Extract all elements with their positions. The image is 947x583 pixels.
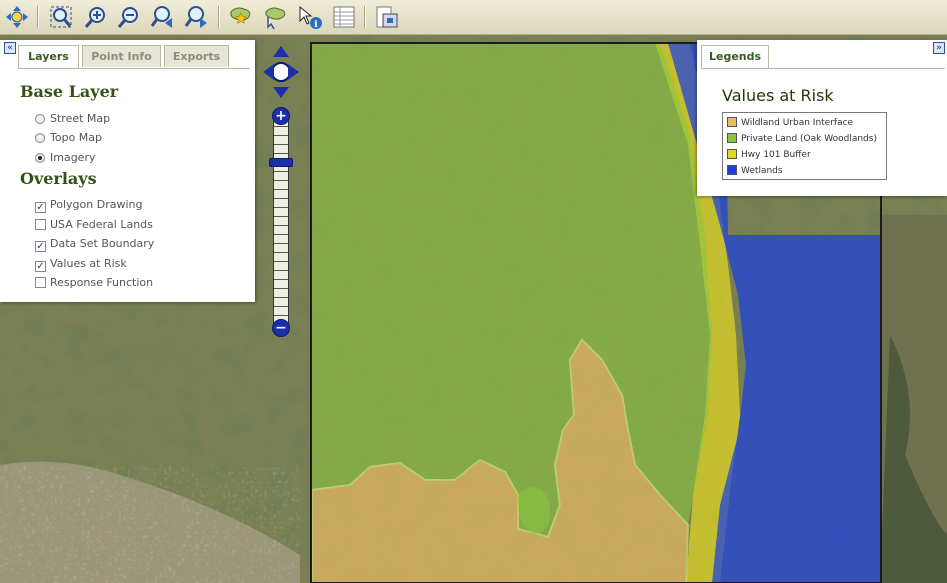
- zoom-out-button[interactable]: −: [272, 319, 290, 337]
- zoom-in-icon[interactable]: [83, 4, 109, 30]
- legend-swatch: [727, 133, 737, 143]
- legend-item-wui: Wildland Urban Interface: [727, 116, 853, 130]
- zoom-next-icon[interactable]: [184, 4, 210, 30]
- pan-arrows-icon[interactable]: [262, 45, 300, 101]
- checkbox: [35, 277, 46, 288]
- identify-icon[interactable]: i: [297, 4, 323, 30]
- legend-box: Wildland Urban Interface Private Land (O…: [722, 112, 887, 180]
- select-polygon-icon[interactable]: [262, 4, 288, 30]
- tab-point-info[interactable]: Point Info: [82, 45, 161, 67]
- radio-button: [35, 153, 45, 163]
- legend-item-oak: Private Land (Oak Woodlands): [727, 132, 877, 146]
- checkbox-usa-federal-lands[interactable]: USA Federal Lands: [35, 218, 153, 232]
- overlays-heading: Overlays: [20, 169, 97, 188]
- zoom-slider-thumb[interactable]: [269, 158, 293, 167]
- attribute-table-icon[interactable]: [331, 4, 357, 30]
- map-toolbar: i: [0, 0, 947, 35]
- tab-legends[interactable]: Legends: [701, 45, 769, 69]
- radio-imagery[interactable]: Imagery: [35, 151, 95, 165]
- checkbox: [35, 219, 46, 230]
- legend-item-wetlands: Wetlands: [727, 164, 783, 178]
- print-icon[interactable]: [374, 4, 400, 30]
- private-land-oak-woodlands-polygon[interactable]: [312, 43, 712, 537]
- zoom-slider-track[interactable]: [273, 117, 289, 333]
- tab-exports[interactable]: Exports: [164, 45, 229, 67]
- radio-button: [35, 133, 45, 143]
- legend-swatch: [727, 165, 737, 175]
- checkbox-values-at-risk[interactable]: ✓ Values at Risk: [35, 257, 127, 272]
- legend-swatch: [727, 117, 737, 127]
- pan-icon[interactable]: [4, 4, 30, 30]
- pan-zoom-control: + −: [262, 45, 300, 345]
- zoom-out-icon[interactable]: [116, 4, 142, 30]
- checkbox-data-set-boundary[interactable]: ✓ Data Set Boundary: [35, 237, 154, 252]
- layers-panel: « Layers Point Info Exports Base Layer S…: [0, 40, 255, 302]
- checkbox: ✓: [35, 261, 46, 272]
- zoom-previous-icon[interactable]: [150, 4, 176, 30]
- legends-panel: Legends » Values at Risk Wildland Urban …: [697, 40, 947, 196]
- radio-button: [35, 114, 45, 124]
- expand-panel-button[interactable]: »: [933, 42, 945, 54]
- checkbox-polygon-drawing[interactable]: ✓ Polygon Drawing: [35, 198, 142, 213]
- svg-text:i: i: [314, 20, 318, 30]
- tab-layers[interactable]: Layers: [18, 45, 79, 69]
- zoom-in-button[interactable]: +: [272, 107, 290, 125]
- collapse-panel-button[interactable]: «: [4, 42, 16, 54]
- checkbox: ✓: [35, 202, 46, 213]
- checkbox-response-function[interactable]: Response Function: [35, 276, 153, 290]
- legend-title: Values at Risk: [722, 86, 834, 105]
- zoom-extent-icon[interactable]: [48, 4, 74, 30]
- checkbox: ✓: [35, 241, 46, 252]
- radio-street-map[interactable]: Street Map: [35, 112, 110, 126]
- legend-swatch: [727, 149, 737, 159]
- radio-topo-map[interactable]: Topo Map: [35, 131, 102, 145]
- base-layer-heading: Base Layer: [20, 82, 119, 101]
- add-polygon-icon[interactable]: [228, 4, 254, 30]
- legend-item-hwy: Hwy 101 Buffer: [727, 148, 811, 162]
